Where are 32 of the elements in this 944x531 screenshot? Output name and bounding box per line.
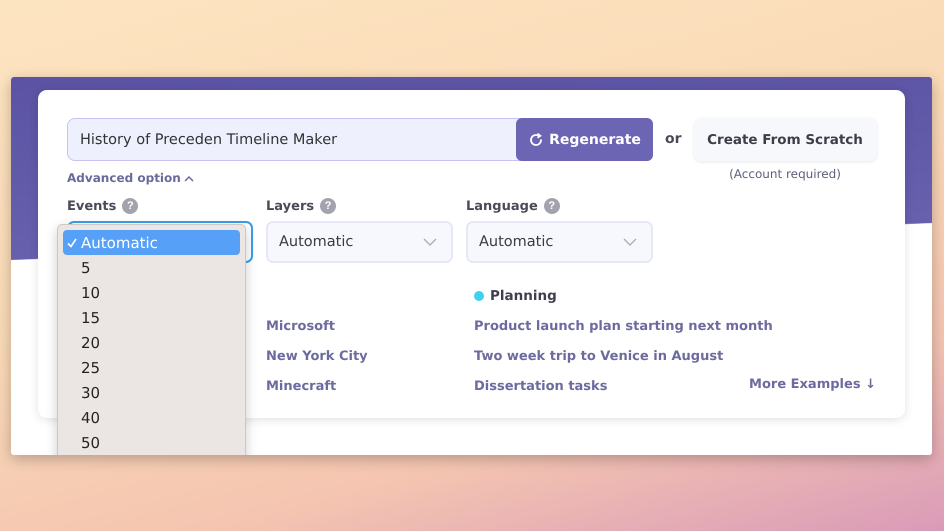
setting-label: Events [67,198,116,214]
advanced-option-toggle[interactable]: Advanced option [67,171,194,185]
example-link[interactable]: Dissertation tasks [474,378,608,394]
select-field[interactable]: Automatic [266,221,453,263]
setting-label: Language [466,198,538,214]
setting-label: Layers [266,198,314,214]
menu-option[interactable]: 20 [63,330,240,355]
refresh-icon [528,132,544,148]
menu-option[interactable]: Automatic [63,230,240,255]
menu-option[interactable]: 25 [63,355,240,380]
select-field[interactable]: Automatic [466,221,653,263]
account-note: (Account required) [729,167,841,181]
chevron-down-icon [623,238,637,246]
checkmark-icon [67,238,77,248]
topic-input-field[interactable]: History of Preceden Timeline Maker [67,118,522,161]
menu-option[interactable]: 50 [63,430,240,455]
or-label: or [665,131,682,147]
example-link[interactable]: New York City [266,348,368,364]
menu-option[interactable]: 10 [63,280,240,305]
example-link[interactable]: Product launch plan starting next month [474,318,773,334]
menu-option[interactable]: 30 [63,380,240,405]
menu-option[interactable]: 15 [63,305,240,330]
example-link[interactable]: Two week trip to Venice in August [474,348,724,364]
category-heading: Planning [490,288,557,304]
create-from-scratch-button[interactable]: Create From Scratch [694,118,877,161]
menu-option[interactable]: 5 [63,255,240,280]
chevron-icon [184,174,194,182]
menu-option[interactable]: 40 [63,405,240,430]
more-examples-link[interactable]: More Examples ↓ [749,377,876,392]
example-link[interactable]: Microsoft [266,318,335,334]
chevron-down-icon [423,238,437,246]
example-link[interactable]: Minecraft [266,378,336,394]
